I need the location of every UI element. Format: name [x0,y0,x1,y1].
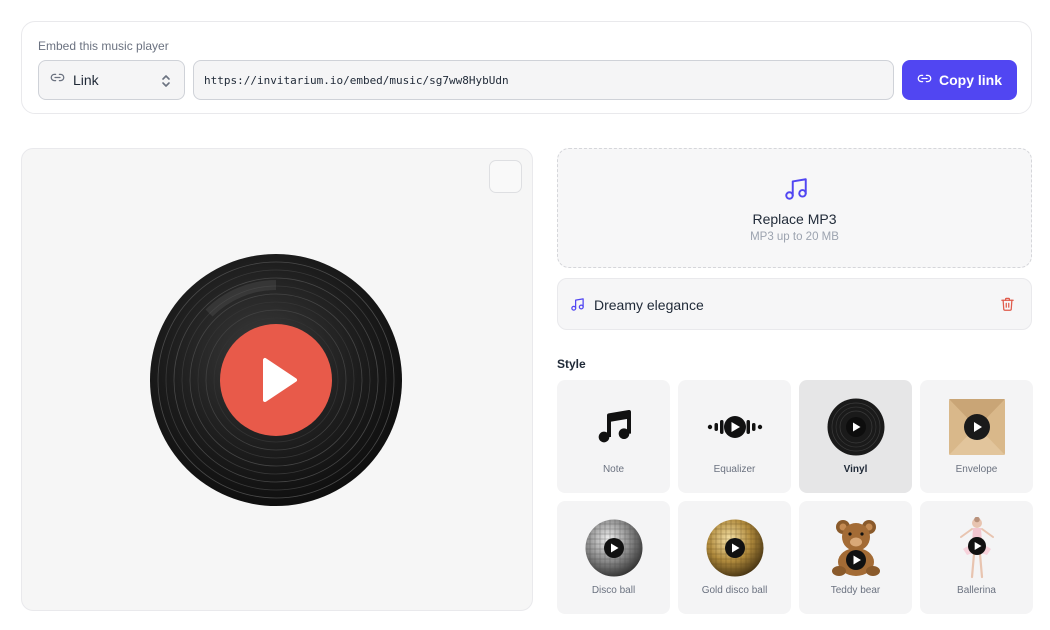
link-icon [917,71,932,89]
style-option-label: Note [602,464,625,475]
style-option-label: Gold disco ball [701,585,768,596]
chevron-up-down-icon [160,73,172,94]
copy-link-button[interactable]: Copy link [902,60,1017,100]
style-option-envelope[interactable]: Envelope [920,380,1033,493]
music-note-icon [557,394,670,460]
style-option-disco-ball[interactable]: Disco ball [557,501,670,614]
player-preview [21,148,533,611]
style-option-label: Equalizer [713,464,756,475]
gold-disco-ball-icon [678,515,791,581]
style-option-label: Ballerina [957,585,996,596]
style-option-label: Disco ball [591,585,636,596]
track-name: Dreamy elegance [594,297,704,313]
envelope-icon [920,394,1033,460]
style-option-label: Envelope [955,464,998,475]
ballerina-icon [920,515,1033,581]
embed-type-value: Link [73,72,99,88]
style-option-ballerina[interactable]: Ballerina [920,501,1033,614]
music-note-icon [783,176,809,207]
current-track: Dreamy elegance [557,278,1032,330]
upload-title: Replace MP3 [752,211,837,227]
style-option-label: Vinyl [843,464,868,475]
style-option-label: Teddy bear [830,585,881,596]
embed-title: Embed this music player [38,39,169,53]
style-grid: Note Equalizer Vinyl Envelope Disco ball… [557,380,1033,614]
replace-mp3-dropzone[interactable]: Replace MP3 MP3 up to 20 MB [557,148,1032,268]
style-option-note[interactable]: Note [557,380,670,493]
music-note-icon [570,297,585,317]
preview-toggle-button[interactable] [489,160,522,193]
copy-link-label: Copy link [938,72,1002,88]
link-icon [50,70,65,90]
upload-subtitle: MP3 up to 20 MB [750,231,839,243]
embed-type-select[interactable]: Link [38,60,185,100]
trash-icon[interactable] [1000,296,1015,317]
style-option-equalizer[interactable]: Equalizer [678,380,791,493]
style-option-gold-disco-ball[interactable]: Gold disco ball [678,501,791,614]
style-option-teddy-bear[interactable]: Teddy bear [799,501,912,614]
style-option-vinyl[interactable]: Vinyl [799,380,912,493]
embed-url-input[interactable] [193,60,894,100]
vinyl-record-icon [799,394,912,460]
equalizer-icon [678,394,791,460]
style-heading: Style [557,357,586,371]
vinyl-player[interactable] [149,253,403,507]
embed-panel: Embed this music player Link Copy link [21,21,1032,114]
teddy-bear-icon [799,515,912,581]
disco-ball-icon [557,515,670,581]
